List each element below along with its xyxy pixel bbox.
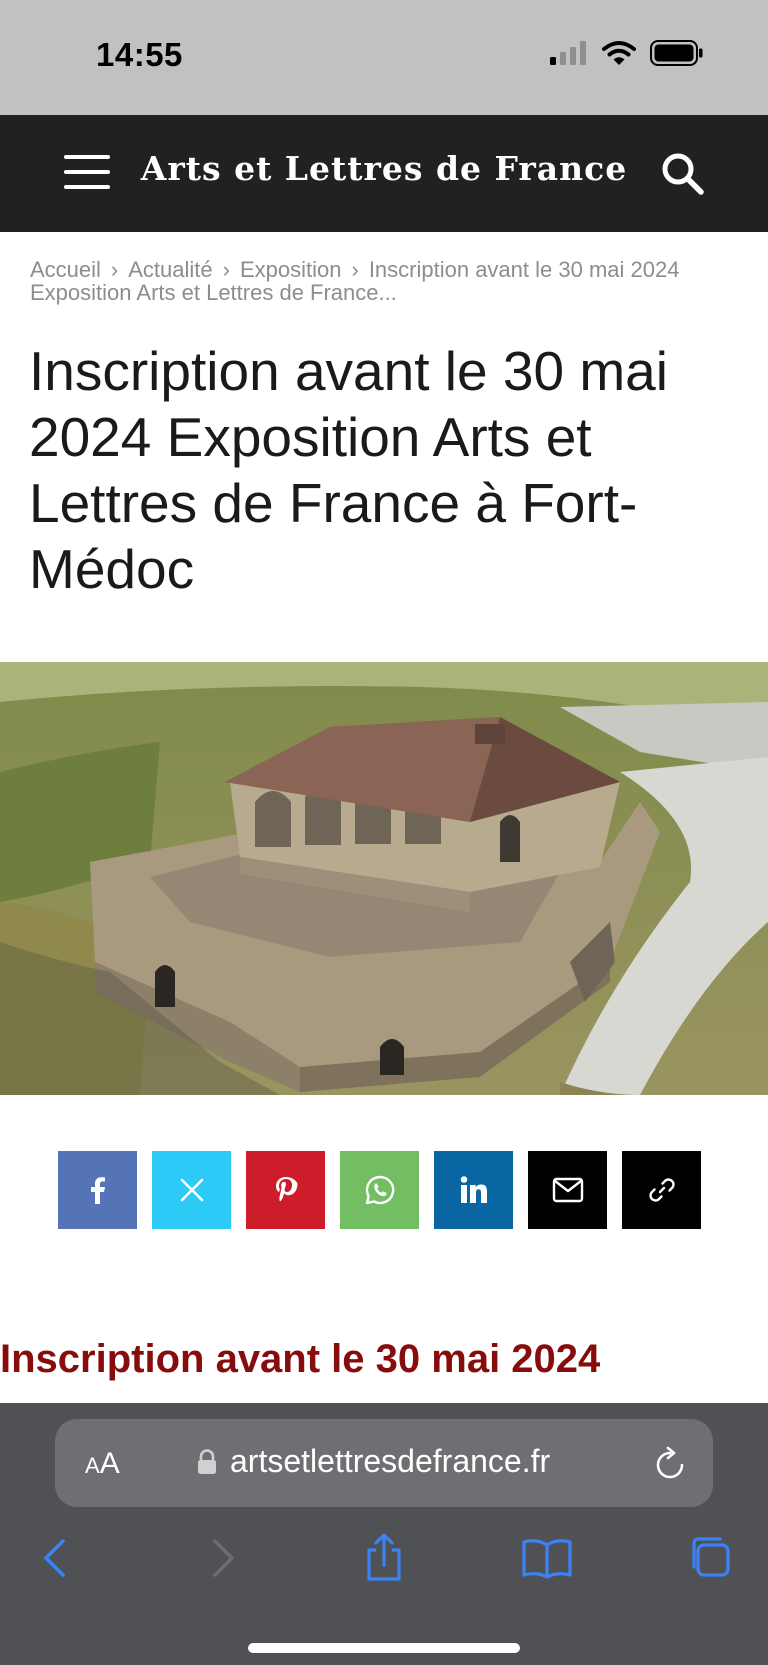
whatsapp-icon [365, 1175, 394, 1205]
breadcrumb-separator: › [222, 257, 230, 282]
chevron-right-icon [213, 1539, 234, 1577]
breadcrumb-item-actualite[interactable]: Actualité [128, 257, 212, 282]
share-whatsapp-button[interactable] [340, 1151, 419, 1229]
share-icon [367, 1533, 401, 1581]
bookmarks-button[interactable] [520, 1531, 574, 1585]
chevron-left-icon [44, 1539, 65, 1577]
status-icons [550, 40, 704, 71]
share-facebook-button[interactable] [58, 1151, 137, 1229]
lock-icon [197, 1449, 217, 1480]
forward-button[interactable] [194, 1531, 248, 1585]
mail-icon [552, 1177, 583, 1203]
tabs-button[interactable] [684, 1531, 738, 1585]
reload-icon [656, 1446, 684, 1479]
status-time: 14:55 [96, 36, 183, 73]
share-button[interactable] [357, 1531, 411, 1585]
home-indicator [248, 1643, 520, 1653]
site-header: Arts et Lettres de France [0, 115, 768, 232]
battery-icon [650, 40, 704, 71]
share-buttons [58, 1151, 701, 1229]
breadcrumb-item-exposition[interactable]: Exposition [240, 257, 342, 282]
x-icon [180, 1178, 203, 1202]
breadcrumb-separator: › [351, 257, 359, 282]
share-linkedin-button[interactable] [434, 1151, 513, 1229]
search-button[interactable] [660, 151, 706, 197]
link-icon [648, 1178, 675, 1202]
wifi-icon [602, 40, 636, 71]
pinterest-icon [275, 1177, 297, 1202]
reader-text-size-button[interactable]: AA [85, 1447, 120, 1481]
section-heading: Inscription avant le 30 mai 2024 [0, 1337, 601, 1381]
share-email-button[interactable] [528, 1151, 607, 1229]
reload-button[interactable] [653, 1445, 687, 1486]
site-logo[interactable]: Arts et Lettres de France [0, 149, 768, 188]
url-text: artsetlettresdefrance.fr [230, 1443, 551, 1479]
page-title: Inscription avant le 30 mai 2024 Exposit… [29, 340, 668, 600]
share-x-button[interactable] [152, 1151, 231, 1229]
book-icon [522, 1539, 572, 1579]
breadcrumb: Accueil › Actualité › Exposition › Inscription… [30, 258, 740, 304]
linkedin-icon [460, 1176, 487, 1203]
share-copy-link-button[interactable] [622, 1151, 701, 1229]
back-button[interactable] [30, 1531, 84, 1585]
safari-toolbar: AA artsetlettresdefrance.fr [0, 1403, 768, 1665]
share-pinterest-button[interactable] [246, 1151, 325, 1229]
facebook-icon [90, 1177, 105, 1204]
status-bar: 14:55 [0, 0, 768, 115]
hero-image [0, 662, 768, 1095]
tabs-icon [692, 1537, 730, 1577]
address-bar[interactable]: AA artsetlettresdefrance.fr [55, 1419, 713, 1507]
breadcrumb-item-accueil[interactable]: Accueil [30, 257, 101, 282]
search-icon [662, 153, 704, 195]
cellular-signal-icon [550, 41, 588, 70]
breadcrumb-separator: › [110, 257, 119, 282]
